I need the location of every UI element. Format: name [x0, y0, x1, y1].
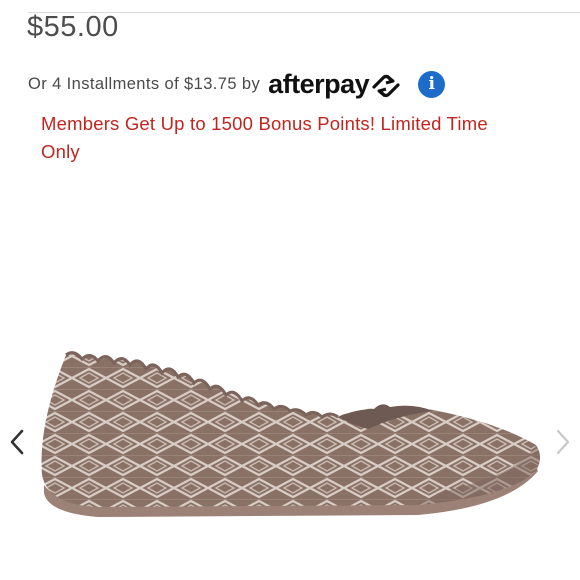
- afterpay-arrows-icon: [372, 74, 400, 98]
- info-icon[interactable]: i: [418, 70, 446, 98]
- afterpay-logo: afterpay: [268, 69, 402, 99]
- product-price: $55.00: [27, 11, 119, 43]
- afterpay-wordmark: afterpay: [268, 69, 370, 99]
- product-image[interactable]: [38, 345, 544, 530]
- chevron-left-icon[interactable]: [6, 425, 28, 459]
- promo-message: Members Get Up to 1500 Bonus Points! Lim…: [41, 113, 488, 162]
- afterpay-installments: Or 4 Installments of $13.75 by afterpay …: [28, 66, 446, 102]
- chevron-right-icon[interactable]: [552, 425, 574, 459]
- product-detail-page: $55.00 Or 4 Installments of $13.75 by af…: [0, 0, 580, 580]
- info-icon-glyph: i: [428, 73, 435, 94]
- installments-text: Or 4 Installments of $13.75 by: [28, 74, 261, 93]
